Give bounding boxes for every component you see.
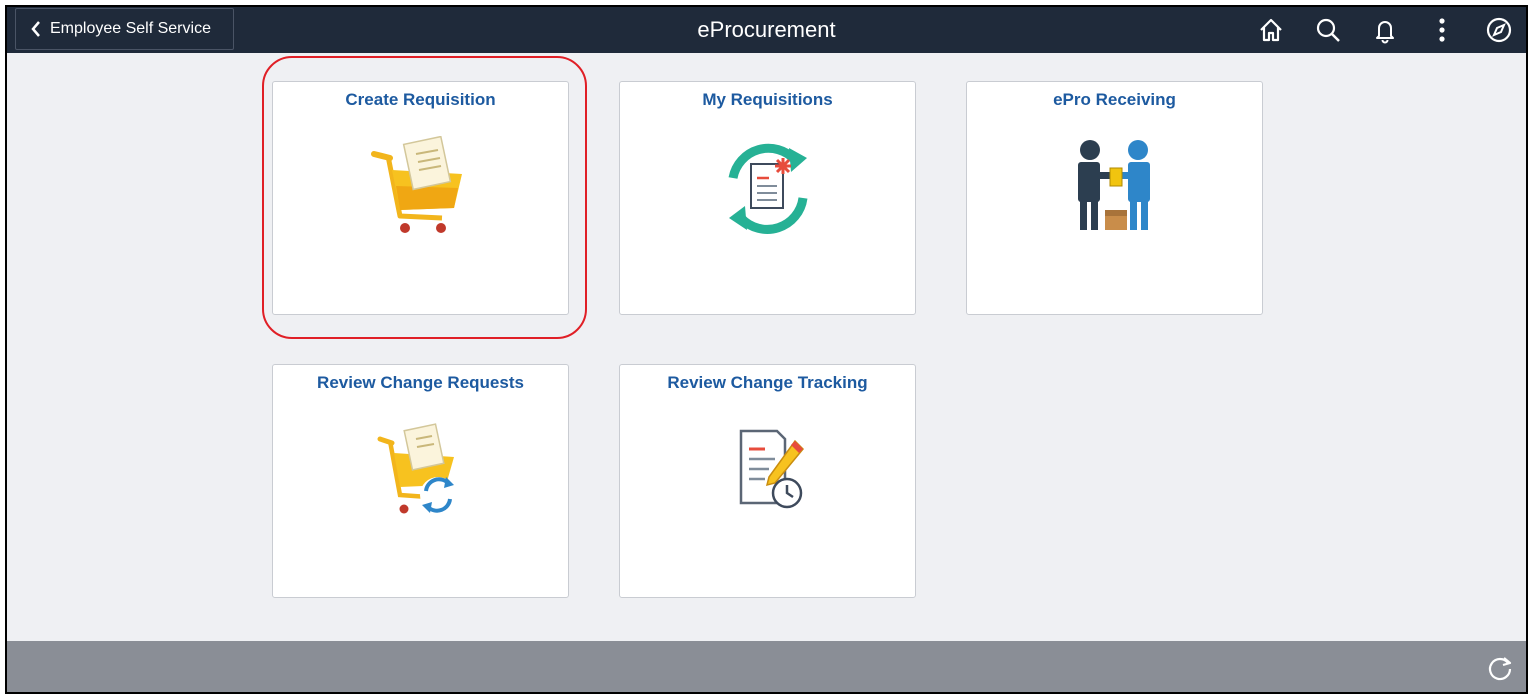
chevron-left-icon — [22, 20, 50, 38]
top-banner: Employee Self Service eProcurement — [7, 7, 1526, 53]
document-edit-clock-icon — [620, 419, 915, 529]
home-icon[interactable] — [1255, 14, 1287, 46]
more-vertical-icon[interactable] — [1426, 14, 1458, 46]
back-button-label: Employee Self Service — [50, 20, 211, 37]
cart-document-icon — [273, 136, 568, 246]
search-icon[interactable] — [1312, 14, 1344, 46]
tile-my-requisitions[interactable]: My Requisitions — [619, 81, 916, 315]
bell-icon[interactable] — [1369, 14, 1401, 46]
tile-epro-receiving[interactable]: ePro Receiving — [966, 81, 1263, 315]
refresh-icon[interactable] — [1484, 651, 1516, 683]
tile-title: ePro Receiving — [1053, 90, 1176, 109]
tile-title: Review Change Tracking — [667, 373, 868, 392]
page-title: eProcurement — [697, 17, 836, 42]
back-button[interactable]: Employee Self Service — [15, 8, 234, 50]
app-frame: Employee Self Service eProcurement Creat… — [5, 5, 1528, 694]
tile-review-change-tracking[interactable]: Review Change Tracking — [619, 364, 916, 598]
tile-title: Create Requisition — [345, 90, 496, 109]
cart-change-icon — [273, 419, 568, 529]
tile-create-requisition[interactable]: Create Requisition — [272, 81, 569, 315]
requisition-refresh-icon — [620, 136, 915, 246]
compass-icon[interactable] — [1483, 14, 1515, 46]
handoff-receiving-icon — [967, 136, 1262, 246]
tile-review-change-requests[interactable]: Review Change Requests — [272, 364, 569, 598]
footer-bar — [7, 641, 1526, 692]
tile-title: Review Change Requests — [317, 373, 524, 392]
tile-title: My Requisitions — [702, 90, 833, 109]
